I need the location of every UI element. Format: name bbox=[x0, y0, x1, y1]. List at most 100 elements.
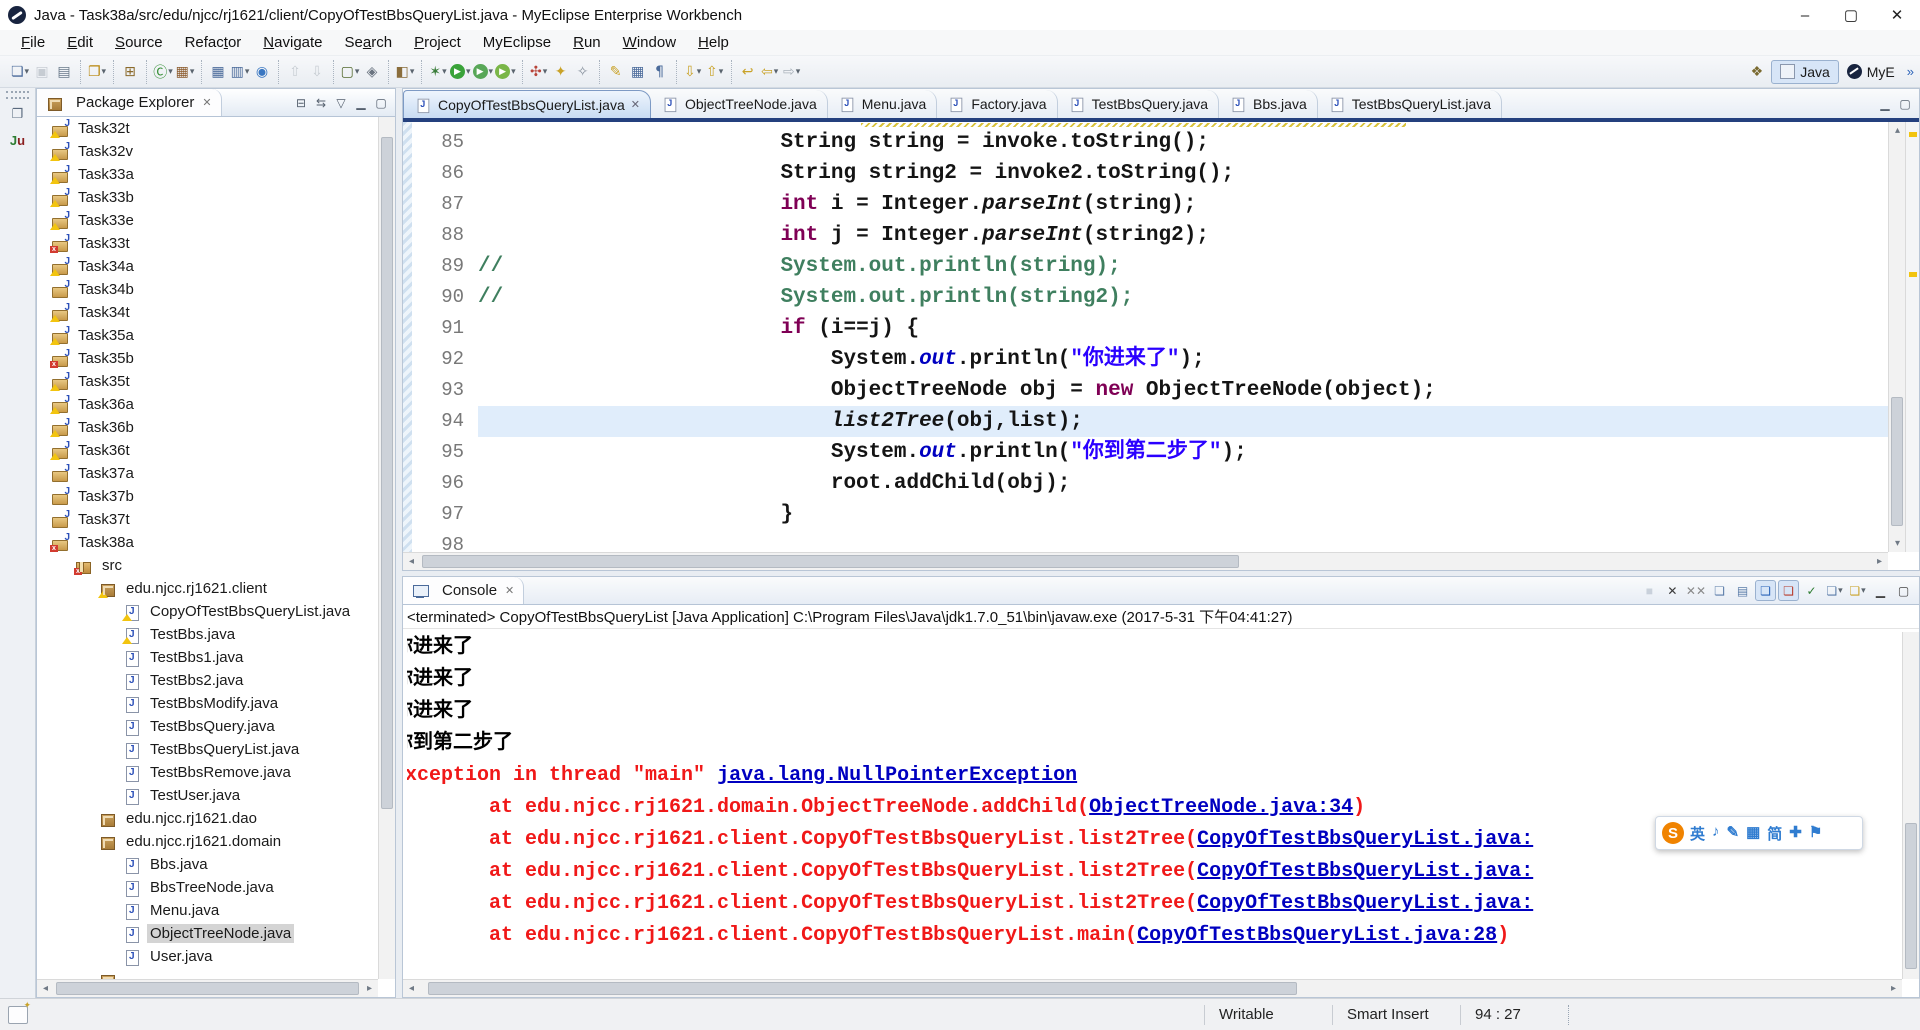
code-line[interactable]: 96 root.addChild(obj); bbox=[412, 468, 1888, 499]
scroll-right-icon[interactable]: ▸ bbox=[1871, 553, 1888, 570]
tree-item[interactable] bbox=[37, 968, 378, 979]
tree-item-TestBbsModify-java[interactable]: TestBbsModify.java bbox=[37, 692, 378, 715]
code-text[interactable]: } bbox=[478, 499, 1888, 530]
save-button[interactable]: ▣ bbox=[32, 61, 52, 83]
scroll-left-icon[interactable]: ◂ bbox=[403, 980, 420, 997]
editor-tab-CopyOfTestBbsQueryList-java[interactable]: CopyOfTestBbsQueryList.java✕ bbox=[403, 90, 651, 118]
code-text[interactable]: // System.out.println(string); bbox=[478, 251, 1888, 282]
junit-view-icon[interactable]: JJuu bbox=[6, 129, 30, 151]
scroll-left-icon[interactable]: ◂ bbox=[403, 553, 420, 570]
warning-marker[interactable] bbox=[1909, 272, 1917, 277]
new-java-project-button[interactable]: ❐▾ bbox=[87, 61, 107, 83]
scroll-right-icon[interactable]: ▸ bbox=[1885, 980, 1902, 997]
code-line[interactable]: 98 bbox=[412, 530, 1888, 552]
package-app-button[interactable]: ◧▾ bbox=[395, 61, 415, 83]
dropdown-arrow-icon[interactable]: ▾ bbox=[442, 66, 447, 77]
code-text[interactable] bbox=[478, 530, 1888, 552]
editor-tab-Factory-java[interactable]: Factory.java bbox=[937, 90, 1057, 118]
menu-project[interactable]: Project bbox=[403, 34, 472, 51]
tree-item-Task37a[interactable]: Task37a bbox=[37, 462, 378, 485]
console-stack-link[interactable]: CopyOfTestBbsQueryList.java: bbox=[1197, 828, 1533, 851]
code-text[interactable]: // System.out.println(string2); bbox=[478, 282, 1888, 313]
tree-item-TestBbs1-java[interactable]: TestBbs1.java bbox=[37, 646, 378, 669]
tree-item-Menu-java[interactable]: Menu.java bbox=[37, 899, 378, 922]
dropdown-arrow-icon[interactable]: ▾ bbox=[355, 66, 360, 77]
scroll-left-icon[interactable]: ◂ bbox=[37, 980, 54, 997]
code-text[interactable]: ObjectTreeNode obj = new ObjectTreeNode(… bbox=[478, 375, 1888, 406]
menu-navigate[interactable]: Navigate bbox=[252, 34, 333, 51]
tree-item-TestBbs2-java[interactable]: TestBbs2.java bbox=[37, 669, 378, 692]
console-stack-link[interactable]: CopyOfTestBbsQueryList.java:28 bbox=[1137, 924, 1497, 947]
code-line[interactable]: 87 int i = Integer.parseInt(string); bbox=[412, 189, 1888, 220]
close-icon[interactable]: ✕ bbox=[631, 98, 640, 111]
code-text[interactable]: String string2 = invoke2.toString(); bbox=[478, 158, 1888, 189]
tree-item-Task36t[interactable]: Task36t bbox=[37, 439, 378, 462]
show-whitespace-button[interactable]: ¶ bbox=[650, 61, 670, 83]
dropdown-arrow-icon[interactable]: ▾ bbox=[1838, 585, 1843, 596]
status-trim-icon[interactable] bbox=[8, 1006, 28, 1024]
code-text[interactable]: list2Tree(obj,list); bbox=[478, 406, 1888, 437]
editor-tab-TestBbsQueryList-java[interactable]: TestBbsQueryList.java bbox=[1318, 90, 1502, 118]
new-package-button[interactable]: ▦▾ bbox=[175, 61, 195, 83]
minimize-console-button[interactable]: ▁ bbox=[1870, 580, 1891, 601]
code-line[interactable]: 97 } bbox=[412, 499, 1888, 530]
perspective-java[interactable]: Java bbox=[1771, 60, 1839, 84]
tree-item-Bbs-java[interactable]: Bbs.java bbox=[37, 853, 378, 876]
dropdown-arrow-icon[interactable]: ▾ bbox=[245, 66, 250, 77]
tree-item-Task36a[interactable]: Task36a bbox=[37, 393, 378, 416]
perspective-myeclipse[interactable]: MyE bbox=[1839, 60, 1903, 84]
menu-window[interactable]: Window bbox=[612, 34, 687, 51]
ime-tool-icon[interactable]: ▦ bbox=[1746, 823, 1760, 844]
ime-tool-icon[interactable]: ⚑ bbox=[1809, 823, 1822, 844]
dropdown-arrow-icon[interactable]: ▾ bbox=[489, 66, 494, 77]
maximize-console-button[interactable]: ▢ bbox=[1893, 580, 1914, 601]
tree-item-Task35t[interactable]: Task35t bbox=[37, 370, 378, 393]
terminate-button[interactable]: ■ bbox=[1639, 580, 1660, 601]
menu-myeclipse[interactable]: MyEclipse bbox=[472, 34, 562, 51]
console-stack-link[interactable]: ObjectTreeNode.java:34 bbox=[1089, 796, 1353, 819]
dropdown-arrow-icon[interactable]: ▾ bbox=[719, 66, 724, 77]
console-output[interactable]: 你进来了你进来了你进来了你到第二步了Exception in thread "m… bbox=[407, 632, 1902, 979]
db-explorer-button[interactable]: ▦ bbox=[208, 61, 228, 83]
mark-occurrences-button[interactable]: ✎ bbox=[606, 61, 626, 83]
tree-item-Task37t[interactable]: Task37t bbox=[37, 508, 378, 531]
export-jar-button[interactable]: ⊞ bbox=[120, 61, 140, 83]
editor-tab-Menu-java[interactable]: Menu.java bbox=[828, 90, 938, 118]
code-line[interactable]: 93 ObjectTreeNode obj = new ObjectTreeNo… bbox=[412, 375, 1888, 406]
app-server-button[interactable]: ▢▾ bbox=[340, 61, 360, 83]
code-line[interactable]: 92 System.out.println("你进来了"); bbox=[412, 344, 1888, 375]
ime-tool-icon[interactable]: ✎ bbox=[1727, 823, 1740, 844]
dropdown-arrow-icon[interactable]: ▾ bbox=[796, 66, 801, 77]
prev-annotation-button[interactable]: ⇧▾ bbox=[705, 61, 725, 83]
explorer-vertical-scrollbar[interactable] bbox=[378, 117, 395, 979]
tree-item-edu-njcc-rj1621-client[interactable]: edu.njcc.rj1621.client bbox=[37, 577, 378, 600]
pin-console-button[interactable]: ✓ bbox=[1801, 580, 1822, 601]
view-menu-button[interactable]: ▽ bbox=[331, 93, 351, 113]
dropdown-arrow-icon[interactable]: ▾ bbox=[190, 66, 195, 77]
restore-view-icon[interactable]: ❐ bbox=[6, 103, 30, 125]
tree-item-CopyOfTestBbsQueryList-java[interactable]: CopyOfTestBbsQueryList.java bbox=[37, 600, 378, 623]
last-edit-location-button[interactable]: ↩ bbox=[738, 61, 758, 83]
new-wizard-button[interactable]: ❏▾ bbox=[10, 61, 30, 83]
explorer-horizontal-scrollbar[interactable]: ◂ ▸ bbox=[37, 979, 378, 997]
dropdown-arrow-icon[interactable]: ▾ bbox=[511, 66, 516, 77]
run-button[interactable]: ▶▾ bbox=[450, 61, 471, 83]
editor-vertical-scrollbar[interactable]: ▴ ▾ bbox=[1888, 122, 1905, 552]
scroll-lock-button[interactable]: ▤ bbox=[1732, 580, 1753, 601]
close-icon[interactable]: ✕ bbox=[505, 584, 514, 597]
tree-item-BbsTreeNode-java[interactable]: BbsTreeNode.java bbox=[37, 876, 378, 899]
next-annotation-button[interactable]: ⇩▾ bbox=[683, 61, 703, 83]
persistence-button[interactable]: ▥▾ bbox=[230, 61, 250, 83]
minimize-view-button[interactable]: ▁ bbox=[351, 93, 371, 113]
code-text[interactable]: System.out.println("你到第二步了"); bbox=[478, 437, 1888, 468]
open-type-button[interactable]: ✧ bbox=[573, 61, 593, 83]
menu-file[interactable]: File bbox=[10, 34, 56, 51]
dropdown-arrow-icon[interactable]: ▾ bbox=[410, 66, 415, 77]
tree-item-Task32v[interactable]: Task32v bbox=[37, 140, 378, 163]
remove-launch-button[interactable]: ✕ bbox=[1662, 580, 1683, 601]
tree-item-User-java[interactable]: User.java bbox=[37, 945, 378, 968]
search-torch-button[interactable]: ✦ bbox=[551, 61, 571, 83]
editor-tab-ObjectTreeNode-java[interactable]: ObjectTreeNode.java bbox=[651, 90, 828, 118]
console-stack-link[interactable]: CopyOfTestBbsQueryList.java: bbox=[1197, 892, 1533, 915]
tree-item-Task33b[interactable]: Task33b bbox=[37, 186, 378, 209]
